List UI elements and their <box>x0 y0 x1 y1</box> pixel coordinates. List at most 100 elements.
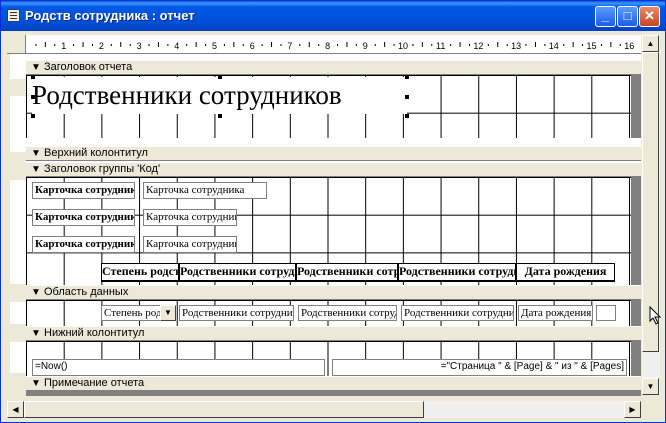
section-arrow-icon: ▼ <box>31 378 41 389</box>
ruler-tick <box>233 42 235 47</box>
group-field-2[interactable]: Карточка сотрудника <box>143 209 237 226</box>
ruler-tick <box>600 44 602 46</box>
ruler-number: 4 <box>174 41 179 51</box>
scroll-up-icon[interactable]: ▲ <box>642 35 659 52</box>
horizontal-scroll-thumb[interactable] <box>24 401 424 418</box>
ruler-tick <box>318 44 320 46</box>
group-label-1[interactable]: Карточка сотрудника <box>32 182 135 199</box>
ruler-number: 15 <box>586 41 596 51</box>
ruler-tick <box>459 42 461 47</box>
maximize-button[interactable]: □ <box>617 6 638 27</box>
close-button[interactable]: ✕ <box>639 6 660 27</box>
ruler-tick <box>120 42 122 47</box>
detail-extra-field[interactable] <box>596 305 616 321</box>
ruler-corner[interactable] <box>7 35 26 54</box>
detail-relatives-3[interactable]: Родственники сотрудника <box>401 305 514 321</box>
column-header-relation[interactable]: Степень родства <box>101 263 179 282</box>
scroll-left-icon[interactable]: ◀ <box>7 401 24 418</box>
horizontal-ruler[interactable]: 1 2 3 4 5 6 7 8 9 10 11 12 13 14 15 16 <box>26 35 641 54</box>
ruler-number: 3 <box>137 41 142 51</box>
report-canvas: ▼ Заголовок отчета Родственники сотрудни… <box>26 54 641 396</box>
column-header-relatives-3[interactable]: Родственники сотрудника <box>398 263 516 282</box>
ruler-tick <box>374 44 376 46</box>
ruler-tick <box>54 44 56 46</box>
column-header-relatives-1[interactable]: Родственники сотрудника <box>179 263 296 282</box>
section-arrow-icon: ▼ <box>31 164 41 175</box>
footer-page-field[interactable]: ="Страница " & [Page] & " из " & [Pages] <box>332 359 627 376</box>
ruler-tick <box>563 44 565 46</box>
ruler-tick <box>337 44 339 46</box>
ruler-tick <box>195 42 197 47</box>
section-report-header[interactable]: ▼ Заголовок отчета <box>26 60 641 75</box>
combo-dropdown-button[interactable]: ▼ <box>160 305 176 321</box>
footer-now-field[interactable]: =Now() <box>32 359 325 376</box>
ruler-number: 9 <box>363 41 368 51</box>
ruler-tick <box>35 44 37 46</box>
ruler-number: 1 <box>61 41 66 51</box>
ruler-tick <box>157 42 159 47</box>
ruler-tick <box>186 44 188 46</box>
column-header-birthdate[interactable]: Дата рождения <box>516 263 615 282</box>
detail-relatives-2[interactable]: Родственники сотрудника <box>298 305 397 321</box>
ruler-tick <box>468 44 470 46</box>
ruler-tick <box>308 42 310 47</box>
vertical-ruler[interactable] <box>7 54 26 396</box>
section-page-header[interactable]: ▼ Верхний колонтитул <box>26 146 641 161</box>
section-arrow-icon: ▼ <box>31 148 41 159</box>
mouse-cursor-icon <box>649 306 662 325</box>
ruler-tick <box>534 42 536 47</box>
ruler-number: 7 <box>287 41 292 51</box>
ruler-number: 5 <box>212 41 217 51</box>
section-report-footer[interactable]: ▼ Примечание отчета <box>26 376 641 391</box>
group-field-3[interactable]: Карточка сотрудника <box>143 236 237 253</box>
scroll-right-icon[interactable]: ▶ <box>624 401 641 418</box>
detail-relation-combo[interactable]: Степень родства <box>101 305 161 321</box>
detail-birthdate[interactable]: Дата рождения <box>518 305 593 321</box>
report-title-label[interactable]: Родственники сотрудников <box>32 77 407 114</box>
ruler-tick <box>497 42 499 47</box>
section-detail[interactable]: ▼ Область данных <box>26 285 641 300</box>
ruler-tick <box>91 44 93 46</box>
ruler-tick <box>487 44 489 46</box>
ruler-tick <box>261 44 263 46</box>
ruler-number: 16 <box>624 41 634 51</box>
group-label-3[interactable]: Карточка сотрудника <box>32 236 135 253</box>
ruler-tick <box>431 44 433 46</box>
section-arrow-icon: ▼ <box>31 287 41 298</box>
title-bar[interactable]: Родств сотрудника : отчет _ □ ✕ <box>1 1 665 31</box>
detail-relatives-1[interactable]: Родственники сотрудника <box>179 305 294 321</box>
section-page-footer[interactable]: ▼ Нижний колонтитул <box>26 326 641 341</box>
ruler-tick <box>572 42 574 47</box>
minimize-button[interactable]: _ <box>595 6 616 27</box>
vertical-scrollbar[interactable]: ▲ ▼ <box>642 35 660 395</box>
ruler-tick <box>129 44 131 46</box>
ruler-tick <box>148 44 150 46</box>
ruler-tick <box>271 42 273 47</box>
scroll-down-icon[interactable]: ▼ <box>642 378 659 395</box>
report-icon[interactable] <box>7 9 20 22</box>
report-design-window: Родств сотрудника : отчет _ □ ✕ 12345678… <box>0 0 666 423</box>
ruler-tick <box>355 44 357 46</box>
ruler-tick <box>421 42 423 47</box>
ruler-tick <box>205 44 207 46</box>
ruler-tick <box>223 44 225 46</box>
group-label-2[interactable]: Карточка сотрудника <box>32 209 135 226</box>
ruler-tick <box>582 44 584 46</box>
ruler-tick <box>73 44 75 46</box>
section-group-header[interactable]: ▼ Заголовок группы 'Код' <box>26 162 641 177</box>
ruler-tick <box>450 44 452 46</box>
section-arrow-icon: ▼ <box>31 328 41 339</box>
ruler-tick <box>610 42 612 47</box>
ruler-tick <box>384 42 386 47</box>
ruler-tick <box>619 44 621 46</box>
ruler-number: 2 <box>99 41 104 51</box>
ruler-tick <box>299 44 301 46</box>
ruler-number: 10 <box>398 41 408 51</box>
ruler-tick <box>346 42 348 47</box>
column-header-relatives-2[interactable]: Родственники сотрудника <box>296 263 398 282</box>
ruler-tick <box>544 44 546 46</box>
ruler-tick <box>167 44 169 46</box>
horizontal-scrollbar[interactable]: ◀ ▶ <box>7 401 641 418</box>
group-field-1[interactable]: Карточка сотрудника <box>143 182 267 199</box>
ruler-tick <box>525 44 527 46</box>
